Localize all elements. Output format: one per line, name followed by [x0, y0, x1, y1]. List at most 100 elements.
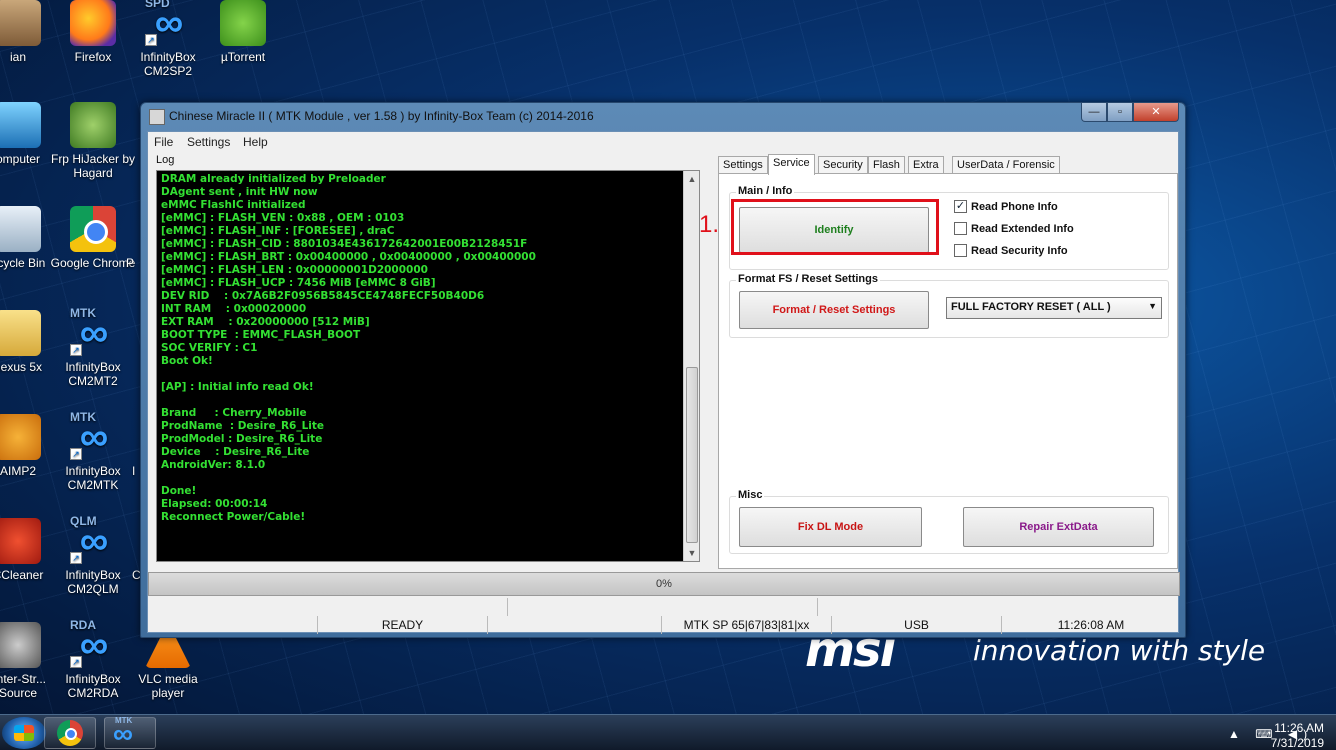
chevron-down-icon: ▼ [1148, 301, 1157, 311]
scroll-up-icon[interactable]: ▲ [684, 171, 700, 187]
log-line: SOC VERIFY : C1 [161, 342, 258, 354]
checkbox-unchecked-icon [954, 222, 967, 235]
shortcut-arrow-icon: ↗ [70, 656, 82, 668]
tab-extra[interactable]: Extra [908, 156, 944, 174]
annotation-step-label: 1. [699, 211, 720, 238]
scroll-thumb[interactable] [686, 367, 698, 543]
log-line: [eMMC] : FLASH_BRT : 0x00400000 , 0x0040… [161, 251, 536, 263]
menu-settings[interactable]: Settings [187, 135, 230, 149]
log-line: Reconnect Power/Cable! [161, 511, 306, 523]
infinity-box-icon: MTK ∞ ↗ [70, 410, 109, 460]
clock[interactable]: 11:26 AM 7/31/2019 [1271, 721, 1324, 750]
user-folder-icon [0, 0, 41, 46]
annotation-highlight-box [731, 199, 939, 255]
tab-settings[interactable]: Settings [718, 156, 768, 174]
status-cell [508, 598, 818, 616]
status-cell [148, 598, 508, 616]
checkbox-unchecked-icon [954, 244, 967, 257]
status-cell [488, 616, 662, 634]
maximize-button[interactable]: ▫ [1107, 103, 1133, 122]
log-line: EXT RAM : 0x20000000 [512 MiB] [161, 316, 370, 328]
log-panel[interactable]: DRAM already initialized by Preloader DAg… [156, 170, 700, 562]
menu-file[interactable]: File [154, 135, 173, 149]
ccleaner-icon [0, 518, 41, 564]
desktop-icon-label: InfinityBox CM2MT2 [65, 360, 121, 388]
log-line: Device : Desire_R6_Lite [161, 446, 310, 458]
desktop-icon-chrome[interactable]: Google Chrome [48, 206, 138, 306]
title-bar[interactable]: Chinese Miracle II ( MTK Module , ver 1.… [141, 103, 1185, 131]
minimize-button[interactable]: — [1081, 103, 1107, 122]
msi-tagline: innovation with style [973, 634, 1266, 667]
tab-userdata-forensic[interactable]: UserData / Forensic [952, 156, 1060, 174]
log-line: [eMMC] : FLASH_UCP : 7456 MiB [eMMC 8 Gi… [161, 277, 436, 289]
scroll-down-icon[interactable]: ▼ [684, 545, 700, 561]
tab-service[interactable]: Service [768, 154, 815, 175]
reset-mode-select[interactable]: FULL FACTORY RESET ( ALL ) ▼ [946, 297, 1162, 319]
log-line: DEV RID : 0x7A6B2F0956B5845CE4748FECF50B… [161, 290, 485, 302]
infinity-box-icon: ∞ [113, 718, 133, 749]
log-scrollbar[interactable]: ▲ ▼ [683, 171, 699, 561]
status-bar-top [148, 598, 1180, 616]
desktop-icon-cm2qlm[interactable]: QLM ∞ ↗ InfinityBox CM2QLM [48, 514, 138, 618]
checkbox-checked-icon: ✓ [954, 200, 967, 213]
status-port: USB [832, 616, 1002, 634]
counter-strike-icon [0, 622, 41, 668]
reset-mode-value: FULL FACTORY RESET ( ALL ) [951, 301, 1111, 313]
clock-date: 7/31/2019 [1270, 736, 1324, 750]
infinity-box-icon: MTK ∞ ↗ [70, 306, 109, 356]
window-controls: — ▫ ✕ [1081, 103, 1179, 123]
window-client: File Settings Help Log DRAM already init… [147, 131, 1180, 634]
log-line: [eMMC] : FLASH_LEN : 0x00000001D2000000 [161, 264, 428, 276]
format-reset-title: Format FS / Reset Settings [736, 273, 880, 285]
infinity-box-icon: RDA ∞ ↗ [70, 618, 109, 668]
desktop-icon-label: InfinityBox CM2MTK [65, 464, 121, 492]
fix-dl-mode-button[interactable]: Fix DL Mode [739, 507, 922, 547]
log-line: eMMC FlashIC initialized [161, 199, 306, 211]
desktop-icon-utorrent[interactable]: µTorrent [198, 0, 288, 100]
shortcut-arrow-icon: ↗ [70, 552, 82, 564]
folder-icon [0, 310, 41, 356]
desktop-icon-label: Google Chrome [50, 256, 136, 270]
log-line: ProdName : Desire_R6_Lite [161, 420, 325, 432]
tab-security[interactable]: Security [818, 156, 868, 174]
start-button[interactable] [2, 717, 46, 749]
checkbox-label: Read Phone Info [971, 200, 1058, 213]
utorrent-icon [220, 0, 266, 46]
system-tray: ▲ ⌨ ◀) 11:26 AM 7/31/2019 [1186, 715, 1336, 750]
format-reset-button[interactable]: Format / Reset Settings [739, 291, 929, 329]
desktop-icon-label: InfinityBox CM2QLM [65, 568, 121, 596]
repair-extdata-button[interactable]: Repair ExtData [963, 507, 1154, 547]
read-phone-info-checkbox[interactable]: ✓ Read Phone Info [954, 200, 1058, 213]
close-button[interactable]: ✕ [1133, 103, 1179, 122]
desktop-icon-label: Frp HiJacker by Hagard [50, 152, 136, 180]
menu-help[interactable]: Help [243, 135, 268, 149]
status-cell [818, 598, 1180, 616]
status-sp: MTK SP 65|67|83|81|xx [662, 616, 832, 634]
misc-group: Misc Fix DL Mode Repair ExtData [729, 489, 1169, 554]
taskbar-app-chrome[interactable] [44, 717, 96, 749]
status-time: 11:26:08 AM [1057, 618, 1125, 632]
desktop-icon-cm2mtk[interactable]: MTK ∞ ↗ InfinityBox CM2MTK [48, 410, 138, 514]
taskbar-app-infinity-box[interactable]: MTK ∞ [104, 716, 156, 749]
log-line: [eMMC] : FLASH_INF : [FORESEE] , draC [161, 225, 395, 237]
desktop-icon-cm2mt2[interactable]: MTK ∞ ↗ InfinityBox CM2MT2 [48, 306, 138, 410]
windows-logo-icon [14, 725, 34, 741]
checkbox-label: Read Security Info [971, 244, 1068, 257]
computer-icon [0, 102, 41, 148]
recycle-bin-icon [0, 206, 41, 252]
shortcut-arrow-icon: ↗ [70, 344, 82, 356]
shortcut-arrow-icon: ↗ [70, 448, 82, 460]
read-extended-info-checkbox[interactable]: Read Extended Info [954, 222, 1074, 235]
status-state: READY [318, 616, 488, 634]
window-title: Chinese Miracle II ( MTK Module , ver 1.… [169, 109, 594, 123]
progress-label: 0% [656, 578, 672, 590]
read-security-info-checkbox[interactable]: Read Security Info [954, 244, 1068, 257]
log-line: BOOT TYPE : EMMC_FLASH_BOOT [161, 329, 361, 341]
app-icon [149, 109, 165, 125]
desktop-icon-label: VLC media player [138, 672, 198, 700]
desktop-icon-frp-hijacker[interactable]: Frp HiJacker by Hagard [48, 102, 138, 202]
log-line: INT RAM : 0x00020000 [161, 303, 307, 315]
app-window: Chinese Miracle II ( MTK Module , ver 1.… [140, 102, 1186, 638]
tab-flash[interactable]: Flash [868, 156, 905, 174]
